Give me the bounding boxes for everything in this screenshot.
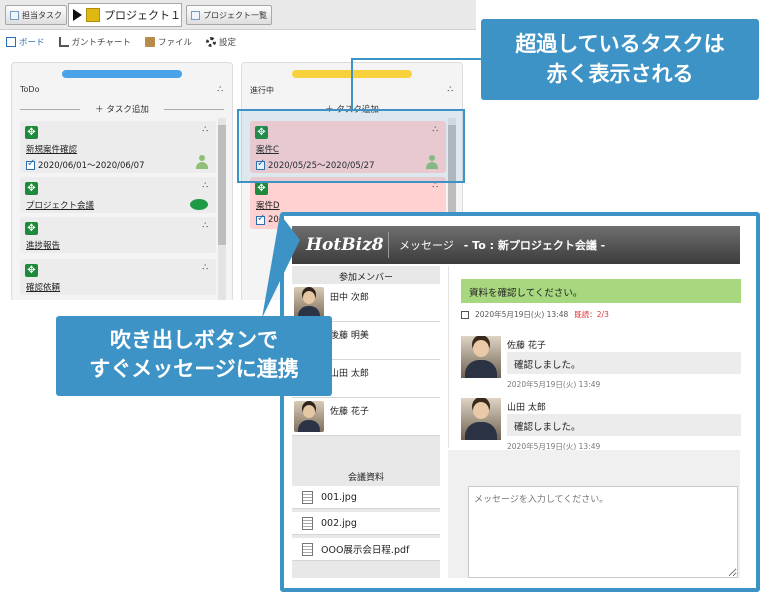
column-color-bar [62, 70, 182, 78]
task-card[interactable]: ✥ ∴ 確認依頼 [20, 259, 216, 295]
reply-time: 2020年5月19日(火) 13:49 [507, 380, 601, 389]
task-card[interactable]: ✥ ∴ 進捗報告 [20, 217, 216, 253]
task-dates: 2020/06/01～2020/06/07 [26, 158, 144, 171]
move-handle-icon[interactable]: ✥ [25, 264, 38, 277]
compose-area [448, 450, 740, 578]
tab-gantt[interactable]: ガントチャート [58, 36, 131, 48]
move-handle-icon[interactable]: ✥ [25, 182, 38, 195]
folder-icon [144, 37, 155, 47]
project-list-button[interactable]: プロジェクト一覧 [186, 5, 272, 25]
hotbiz-logo: HotBiz8 [306, 235, 384, 255]
reply-author: 佐藤 花子 [507, 341, 546, 351]
task-card[interactable]: ✥ ∴ プロジェクト会議 [20, 177, 216, 213]
card-menu-icon[interactable]: ∴ [202, 125, 208, 135]
tab-settings[interactable]: 設定 [205, 36, 236, 48]
avatar [461, 398, 501, 440]
card-menu-icon[interactable]: ∴ [202, 181, 208, 191]
document-icon [302, 516, 313, 530]
message-meta: 2020年5月19日(火) 13:48 既読：2/3 [461, 309, 609, 320]
gear-icon [205, 37, 216, 47]
task-name[interactable]: 確認依頼 [26, 281, 60, 293]
gantt-icon [58, 37, 69, 47]
move-handle-icon[interactable]: ✥ [25, 126, 38, 139]
own-message: 資料を確認してください。 [461, 279, 741, 303]
avatar [461, 336, 501, 378]
task-icon [10, 10, 19, 20]
member-item[interactable]: 佐藤 花子 [292, 398, 440, 436]
project-color-icon [86, 8, 100, 22]
task-name[interactable]: 新規案件確認 [26, 143, 77, 155]
avatar [294, 401, 324, 432]
board-icon [6, 37, 16, 47]
project-selector[interactable]: プロジェクト１ [68, 3, 182, 27]
messenger-header: HotBiz8 メッセージ - To : 新プロジェクト会議 - [292, 226, 740, 264]
callout-overdue: 超過しているタスクは 赤く表示される [481, 19, 759, 100]
task-name[interactable]: プロジェクト会議 [26, 199, 94, 211]
column-menu-icon[interactable]: ∴ [447, 85, 453, 95]
add-task-button[interactable]: ＋ タスク追加 [20, 103, 224, 115]
read-status[interactable]: 既読：2/3 [574, 309, 609, 320]
move-handle-icon[interactable]: ✥ [255, 182, 268, 195]
file-item[interactable]: 002.jpg [292, 512, 440, 535]
play-icon [73, 9, 82, 21]
reply-author: 山田 太郎 [507, 403, 546, 413]
move-handle-icon[interactable]: ✥ [25, 222, 38, 235]
members-title: 参加メンバー [338, 273, 393, 283]
assigned-tasks-button[interactable]: 担当タスク [5, 5, 67, 25]
chat-pane: 資料を確認してください。 2020年5月19日(火) 13:48 既読：2/3 … [448, 266, 741, 451]
callout-connector [351, 58, 353, 110]
message-input[interactable] [468, 486, 738, 578]
files-title: 会議資料 [347, 473, 384, 483]
task-card[interactable]: ✥ ∴ 新規案件確認 2020/06/01～2020/06/07 [20, 121, 216, 173]
reply-message: 確認しました。 [507, 352, 741, 374]
column-title: ToDo [20, 85, 40, 94]
column-menu-icon[interactable]: ∴ [217, 85, 223, 95]
column-title: 進行中 [250, 86, 274, 95]
view-tabs: ボード ガントチャート ファイル 設定 [6, 36, 236, 48]
calendar-icon [461, 310, 469, 319]
message-recipient: - To : 新プロジェクト会議 - [463, 239, 606, 252]
document-icon [302, 542, 313, 556]
messenger-window: HotBiz8 メッセージ - To : 新プロジェクト会議 - 参加メンバー … [280, 212, 760, 592]
callout-pointer [262, 214, 300, 318]
toolbar: 担当タスク プロジェクト１ プロジェクト一覧 [0, 0, 476, 30]
reply-message: 確認しました。 [507, 414, 741, 436]
overdue-highlight [237, 109, 465, 183]
checkbox-icon[interactable] [26, 158, 35, 170]
members-pane: 参加メンバー 田中 次郎 後藤 明美 山田 太郎 佐藤 花子 会議資料 001.… [292, 266, 440, 578]
task-name[interactable]: 進捗報告 [26, 239, 60, 251]
file-item[interactable]: 001.jpg [292, 486, 440, 509]
tab-board[interactable]: ボード [6, 36, 45, 48]
pointer-shape [262, 214, 300, 318]
assignee-icon [196, 155, 208, 169]
messenger-label: メッセージ [399, 239, 454, 252]
callout-connector [351, 58, 481, 60]
list-icon [191, 10, 200, 20]
callout-chat: 吹き出しボタンで すぐメッセージに連携 [56, 316, 332, 396]
file-item[interactable]: OOO展示会日程.pdf [292, 538, 440, 561]
tab-files[interactable]: ファイル [144, 36, 192, 48]
document-icon [302, 490, 313, 504]
